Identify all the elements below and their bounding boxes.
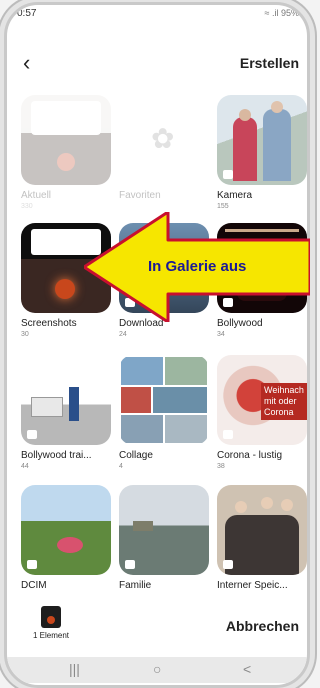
album-thumbnail[interactable] [119,355,209,445]
album-thumbnail[interactable]: Weihnach mit oder Corona [217,355,307,445]
album-label: Collage [119,450,153,461]
album-label: Interner Speic... [217,580,288,591]
album-count: 38 [217,463,225,470]
album-label: Bollywood trai... [21,450,92,461]
back-icon[interactable]: < [243,661,251,677]
album-thumbnail[interactable] [21,355,111,445]
album-interner-speicher[interactable]: Interner Speic... [217,485,307,593]
album-dcim[interactable]: DCIM [21,485,111,593]
album-label: Familie [119,580,152,591]
album-count: 34 [217,331,225,338]
corona-overlay-text: Weihnach mit oder Corona [261,383,307,420]
chevron-left-icon[interactable]: ‹ [23,51,47,75]
flower-icon: ✿ [151,123,175,154]
album-label: Favoriten [119,190,161,201]
album-thumbnail[interactable] [21,485,111,575]
album-kamera[interactable]: Kamera 155 [217,95,307,210]
system-navbar: ||| ○ < [7,657,307,683]
selection-count: 1 Element [33,631,70,640]
album-count: 30 [21,331,29,338]
status-time: 0:57 [17,8,37,19]
selection-bar: 1 Element Abbrechen [7,600,307,650]
album-thumbnail[interactable] [119,485,209,575]
album-bollywood-training[interactable]: Bollywood trai... 44 [21,355,111,470]
album-count: 155 [217,203,229,210]
album-count: 4 [119,463,123,470]
album-count: 44 [21,463,29,470]
status-bar: 0:57 ≈ .il 95% [7,5,307,25]
selected-item-thumbnail[interactable] [41,606,61,628]
top-bar: ‹ Erstellen [7,49,307,81]
album-collage[interactable]: Collage 4 [119,355,209,470]
album-count: 330 [21,203,33,210]
annotation-text: In Galerie aus [148,258,247,275]
album-label: Kamera [217,190,253,201]
phone-screen: 0:57 ≈ .il 95% ‹ Erstellen Aktuell 330 ✿… [4,2,310,688]
album-aktuell[interactable]: Aktuell 330 [21,95,111,210]
cancel-button[interactable]: Abbrechen [226,618,299,634]
album-label: Aktuell [21,190,52,201]
album-thumbnail[interactable] [217,485,307,575]
album-label: DCIM [21,580,47,591]
album-thumbnail[interactable] [217,95,307,185]
album-label: Corona - lustig [217,450,283,461]
album-favoriten[interactable]: ✿ Favoriten [119,95,209,203]
status-icons: ≈ .il 95% [264,8,299,18]
album-thumbnail[interactable]: ✿ [119,95,209,185]
album-familie[interactable]: Familie [119,485,209,593]
recent-apps-icon[interactable]: ||| [69,661,80,677]
home-icon[interactable]: ○ [153,661,161,677]
create-button[interactable]: Erstellen [240,55,299,71]
album-count: 24 [119,331,127,338]
album-thumbnail[interactable] [21,95,111,185]
album-corona-lustig[interactable]: Weihnach mit oder Corona Corona - lustig… [217,355,307,470]
